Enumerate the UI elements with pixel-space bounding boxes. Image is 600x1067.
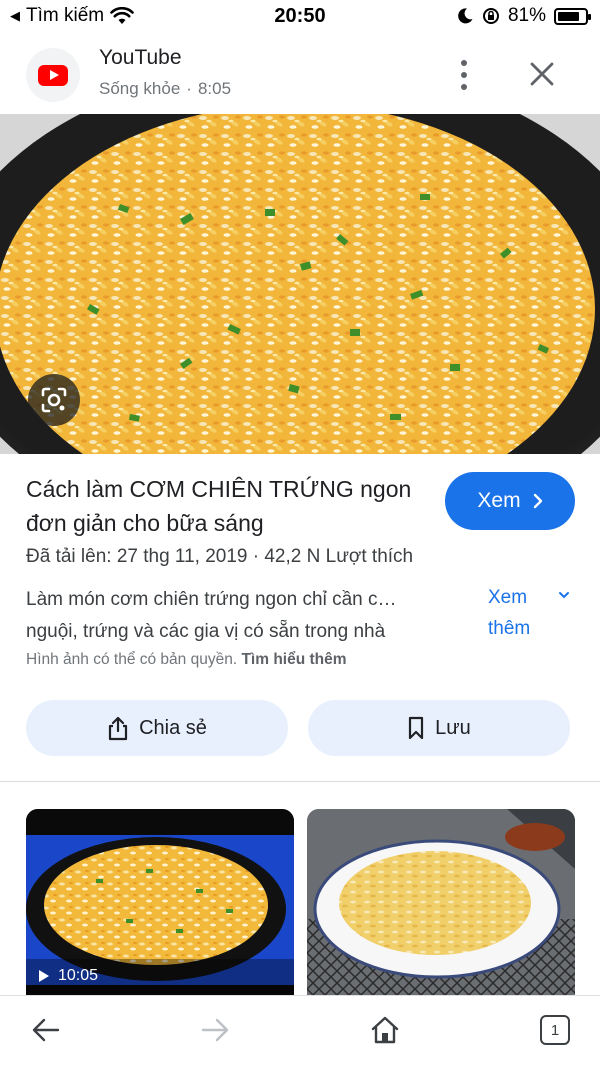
battery-percent: 81%	[507, 5, 546, 26]
related-photo-2	[307, 809, 575, 999]
moon-icon	[458, 8, 473, 24]
screen: ◀ Tìm kiếm 20:50 81% YouTube Sống khỏe ·…	[0, 0, 600, 1067]
description-line-2: nguội, trứng và các gia vị có sẵn trong …	[26, 621, 386, 642]
status-bar: ◀ Tìm kiếm 20:50 81%	[0, 0, 600, 36]
copyright-text: Hình ảnh có thể có bản quyền.	[26, 651, 238, 668]
forward-arrow-icon	[201, 1018, 229, 1042]
result-header: YouTube Sống khỏe · 8:05	[0, 36, 600, 114]
save-label: Lưu	[435, 716, 471, 739]
description-line-1: Làm món cơm chiên trứng ngon chỉ cần c…	[26, 589, 397, 610]
source-subtitle: Sống khỏe · 8:05	[99, 79, 231, 99]
fried-rice-photo	[0, 114, 600, 454]
chevron-down-icon[interactable]	[557, 588, 571, 602]
home-icon	[371, 1016, 399, 1044]
home-button[interactable]	[365, 1010, 405, 1050]
bookmark-icon	[409, 716, 424, 740]
battery-icon	[554, 7, 591, 25]
lens-search-button[interactable]	[28, 374, 80, 426]
upload-meta: Đã tải lên: 27 thg 11, 2019 · 42,2 N Lượ…	[26, 546, 414, 567]
tabs-icon: 1	[540, 1015, 570, 1045]
youtube-logo-icon	[38, 64, 68, 86]
share-icon	[108, 716, 128, 741]
related-duration: 10:05	[58, 967, 99, 984]
source-avatar[interactable]	[26, 48, 80, 102]
see-more-link[interactable]: Xem thêm	[488, 582, 548, 644]
share-label: Chia sẻ	[139, 716, 207, 739]
result-title[interactable]: Cách làm CƠM CHIÊN TRỨNG ngon đơn giản c…	[26, 472, 426, 540]
channel-name: Sống khỏe	[99, 79, 181, 98]
view-button[interactable]: Xem	[445, 472, 575, 530]
tab-count: 1	[550, 1021, 560, 1039]
back-arrow-icon	[32, 1018, 60, 1042]
share-button[interactable]: Chia sẻ	[26, 700, 288, 756]
description: Làm món cơm chiên trứng ngon chỉ cần c… …	[26, 584, 481, 648]
play-icon	[39, 970, 49, 982]
chevron-right-icon	[533, 493, 542, 509]
lens-icon	[41, 387, 67, 413]
subtitle-separator: ·	[186, 79, 192, 98]
battery-fill	[558, 11, 579, 21]
learn-more-link[interactable]: Tìm hiểu thêm	[241, 651, 346, 668]
tabs-button[interactable]: 1	[535, 1010, 575, 1050]
section-divider	[0, 781, 600, 782]
source-name[interactable]: YouTube	[99, 46, 182, 70]
video-duration-badge: 10:05	[38, 967, 98, 985]
more-vert-icon[interactable]	[452, 58, 476, 92]
status-right: 81%	[456, 5, 591, 27]
close-icon[interactable]	[524, 56, 560, 92]
view-button-label: Xem	[477, 489, 521, 512]
video-duration: 8:05	[197, 79, 232, 98]
save-button[interactable]: Lưu	[308, 700, 570, 756]
back-button[interactable]	[26, 1010, 66, 1050]
copyright-notice: Hình ảnh có thể có bản quyền. Tìm hiểu t…	[26, 651, 347, 669]
main-image[interactable]	[0, 114, 600, 454]
forward-button	[195, 1010, 235, 1050]
rotation-lock-icon	[482, 8, 499, 24]
related-thumbnail[interactable]: 10:05	[26, 809, 294, 999]
bottom-navigation: 1	[0, 995, 600, 1067]
related-thumbnail[interactable]	[307, 809, 575, 999]
